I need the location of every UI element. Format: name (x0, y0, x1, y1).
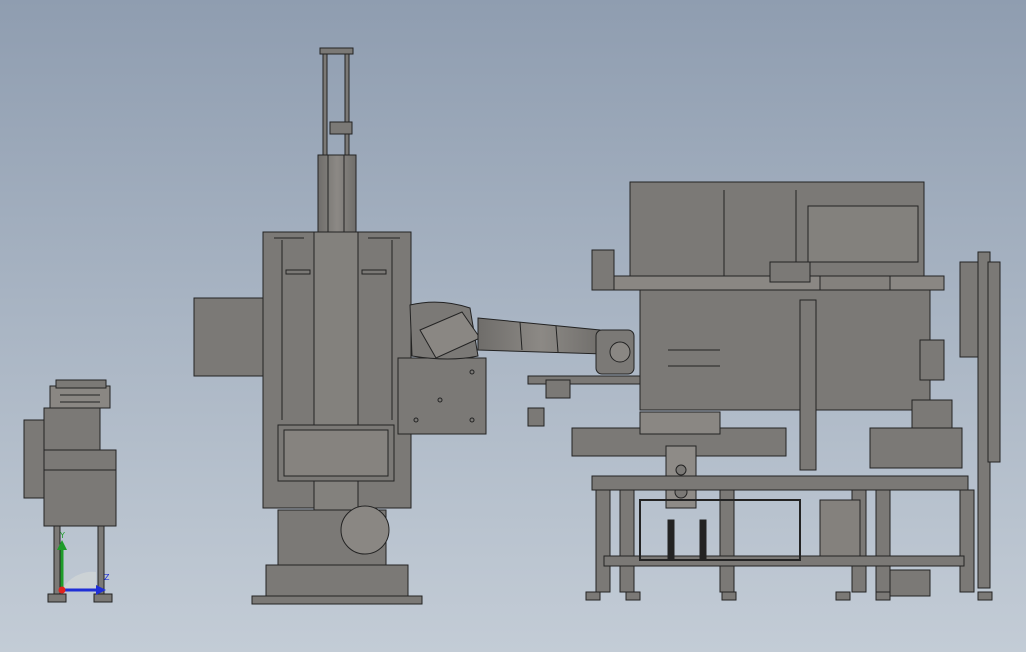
cell-access-panel (807, 205, 919, 263)
cell-right-station (869, 427, 963, 469)
cad-viewport[interactable]: Y Z (0, 0, 1026, 652)
tower-base-plate (251, 595, 423, 605)
tower-cylinder-clamp (329, 121, 353, 135)
tower-rod-right (344, 51, 350, 163)
triad-z-label: Z (104, 573, 110, 582)
tower-rod-cap (319, 47, 354, 55)
cell-cabinet-door (959, 261, 979, 358)
feeder-unit[interactable] (23, 379, 117, 603)
tower-cylinder (317, 154, 357, 236)
tower-base-block (265, 564, 409, 598)
cell-servo-motor (591, 249, 615, 291)
robot-mount-plate (397, 357, 487, 435)
feeder-side-motor (23, 419, 47, 499)
feeder-leg-right (97, 525, 105, 597)
feeder-foot-left (47, 593, 67, 603)
robot-forearm (477, 317, 605, 355)
main-machine-cell[interactable] (571, 181, 1001, 601)
robot-gripper-finger (527, 407, 545, 427)
cell-rotary-unit (911, 399, 953, 431)
feeder-head (49, 385, 111, 409)
cell-vertical-rail (799, 299, 817, 471)
feeder-top-plate (55, 379, 107, 389)
cell-base-top-rail (591, 475, 969, 491)
feeder-upper-body (43, 407, 101, 453)
tower-side-box (193, 297, 267, 377)
feeder-lower-body (43, 449, 117, 527)
feeder-foot-right (93, 593, 113, 603)
machine-scene (23, 47, 1001, 605)
tower-rod-left (322, 51, 328, 163)
triad-y-label: Y (60, 531, 65, 540)
